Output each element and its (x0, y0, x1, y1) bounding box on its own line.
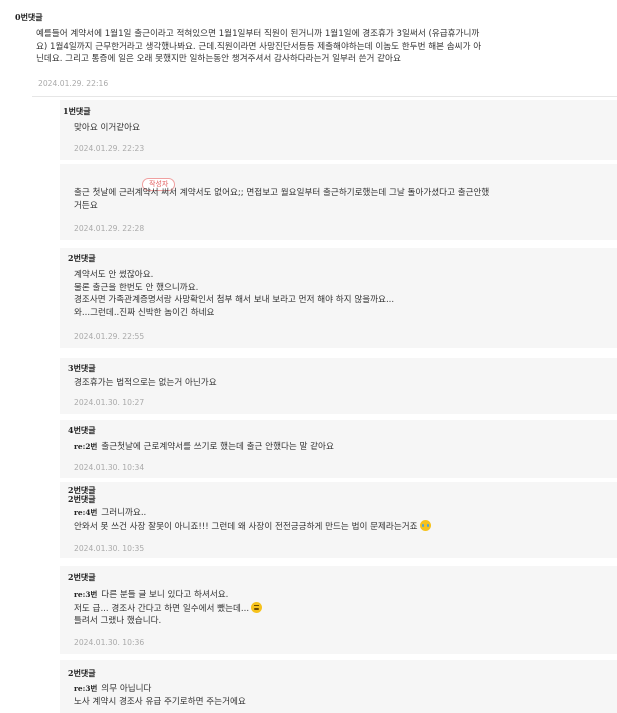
comment-text: 경조휴가는 법적으로는 없는거 아닌가요 (74, 378, 217, 388)
comment-line: 안와서 못 쓰건 사장 잘못이 아니죠!!! 그런데 왜 사장이 전전긍긍하게 … (74, 521, 418, 532)
comment-author[interactable]: 3번댓글 (68, 363, 96, 374)
comment-text: re:3번 의무 아닙니다 노사 계약시 경조사 유급 주기로하면 주는거에요 (74, 683, 609, 708)
comment-line: 계약서도 안 썼잖아요. (74, 270, 154, 280)
comment-line: 출근 첫날에 근러계약서 써서 계약서도 없어요;; 면접보고 월요일부터 출근… (74, 188, 490, 198)
comment-text: re:3번 다른 분들 글 보니 있다고 하셔서요. 저도 급... 경조사 간다… (74, 589, 609, 628)
comment-date: 2024.01.29. 22:23 (74, 144, 145, 153)
reply-to-tag[interactable]: re:2번 (74, 442, 97, 451)
comment-text: 출근 첫날에 근러계약서 써서 계약서도 없어요;; 면접보고 월요일부터 출근… (74, 187, 609, 212)
comment-date: 2024.01.30. 10:36 (74, 638, 145, 647)
comment-author[interactable]: 2번댓글 (68, 494, 96, 505)
comment-line: 저도 급... 경조사 간다고 하면 일수에서 뺐는데... (74, 603, 250, 614)
comment-line: 예를들어 계약서에 1월1일 출근이라고 적혀있으면 1월1일부터 직원이 된거… (36, 29, 480, 39)
comment-text: 예를들어 계약서에 1월1일 출근이라고 적혀있으면 1월1일부터 직원이 된거… (36, 28, 606, 66)
comment-date: 2024.01.29. 22:55 (74, 332, 145, 341)
comment-line: 의무 아닙니다 (101, 684, 152, 694)
comment-line: 와...그런데..진짜 신박한 놈이긴 하네요 (74, 307, 215, 318)
comment-date: 2024.01.30. 10:35 (74, 544, 145, 553)
comment-line: 출근첫날에 근로계약서를 쓰기로 했는데 출근 안했다는 말 같아요 (101, 442, 334, 452)
reply-to-tag[interactable]: re:4번 (74, 508, 97, 517)
reply-to-tag[interactable]: re:3번 (74, 684, 97, 693)
comment-thread: 0번댓글 예를들어 계약서에 1월1일 출근이라고 적혀있으면 1월1일부터 직… (0, 0, 617, 713)
comment-line: 경조사면 가족관계증명서랑 사망확인서 첨부 해서 보내 보라고 먼저 해야 하… (74, 295, 395, 305)
comment-line: 요) 1월4일까지 근무한거라고 생각했나봐요. 근데.직원이라면 사망진단서등… (36, 41, 482, 52)
comment-line: 틀려서 그랬나 했습니다. (74, 616, 162, 626)
sweat-smile-icon (251, 601, 263, 613)
comment-text: re:4번 그러니까요.. 안와서 못 쓰건 사장 잘못이 아니죠!!! 그런데 … (74, 507, 609, 533)
reply-to-tag[interactable]: re:3번 (74, 590, 97, 599)
comment-date: 2024.01.29. 22:28 (74, 224, 145, 233)
comment-date: 2024.01.29. 22:16 (38, 79, 109, 88)
comment-line: 다른 분들 글 보니 있다고 하셔서요. (101, 590, 229, 600)
comment-author[interactable]: 4번댓글 (68, 425, 96, 436)
comment-author[interactable]: 1번댓글 (63, 106, 91, 117)
comment-line: 그러니까요.. (101, 508, 147, 518)
divider (32, 96, 617, 97)
comment-author[interactable]: 0번댓글 (15, 12, 43, 23)
comment-date: 2024.01.30. 10:34 (74, 463, 145, 472)
comment-text: 맞아요 이거같아요 (74, 123, 140, 133)
comment-line: 물론 출근을 한번도 안 했으니까요. (74, 282, 199, 293)
comment-line: 노사 계약시 경조사 유급 주기로하면 주는거에요 (74, 696, 246, 707)
comment-line: 거든요 (74, 200, 98, 211)
comment-date: 2024.01.30. 10:27 (74, 398, 145, 407)
comment-author[interactable]: 2번댓글 (68, 253, 96, 264)
crying-face-icon (419, 519, 431, 531)
comment-text: 계약서도 안 썼잖아요. 물론 출근을 한번도 안 했으니까요. 경조사면 가족… (74, 269, 609, 319)
comment-author[interactable]: 2번댓글 (68, 572, 96, 583)
comment-text: re:2번 출근첫날에 근로계약서를 쓰기로 했는데 출근 안했다는 말 같아요 (74, 441, 609, 454)
comment-line: 닌데요. 그리고 통증에 일은 오래 못했지만 일하는동안 챙겨주셔서 감사하다… (36, 54, 401, 64)
comment-author[interactable]: 2번댓글 (68, 668, 96, 679)
